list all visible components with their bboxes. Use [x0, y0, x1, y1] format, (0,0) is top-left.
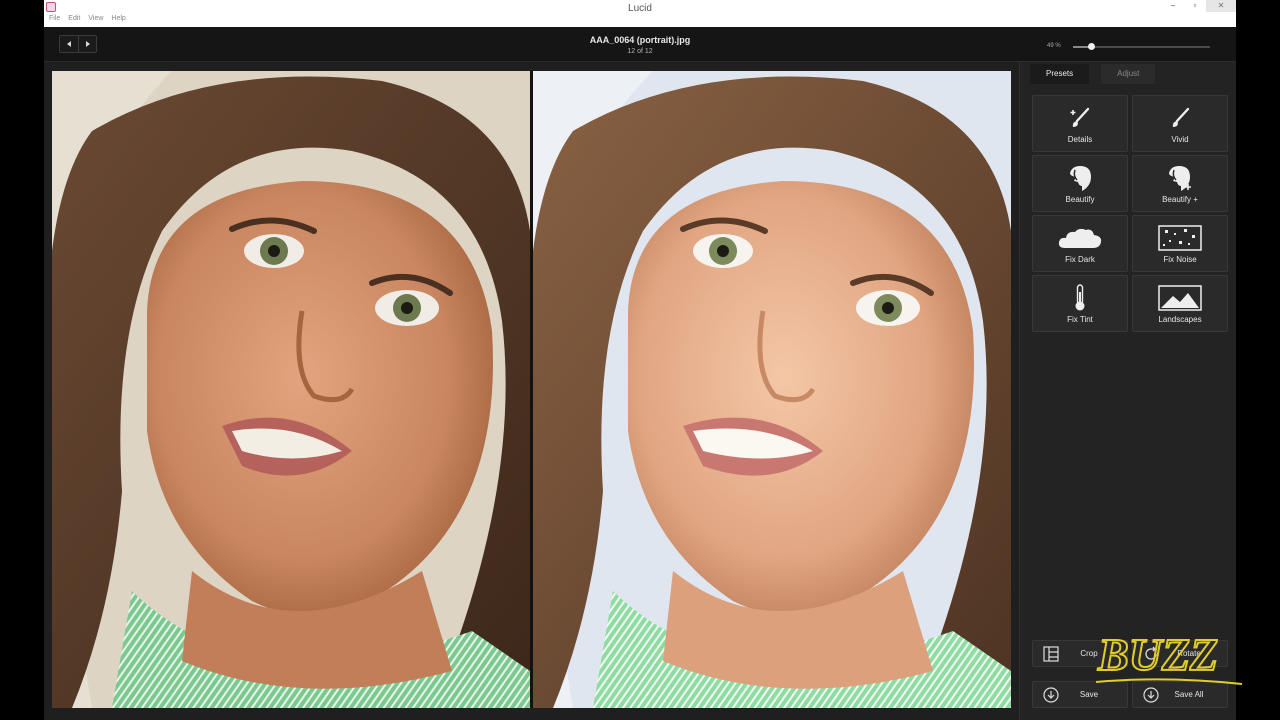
- preset-details-label: Details: [1067, 135, 1093, 144]
- menu-view[interactable]: View: [88, 15, 103, 22]
- menu-bar: File Edit View Help: [49, 15, 126, 22]
- tab-presets[interactable]: Presets: [1030, 64, 1090, 84]
- preset-landscapes-label: Landscapes: [1158, 315, 1202, 324]
- preset-beautify-plus-label: Beautify +: [1162, 195, 1198, 204]
- maximize-button[interactable]: ▫: [1184, 0, 1206, 12]
- thermometer-icon: [1033, 284, 1127, 312]
- menu-edit[interactable]: Edit: [68, 15, 80, 22]
- brush-plus-icon: [1033, 104, 1127, 132]
- title-bar: Lucid File Edit View Help – ▫ ✕: [44, 0, 1236, 27]
- zoom-label: 49 %: [1047, 43, 1061, 49]
- rotate-label: Rotate: [1177, 649, 1201, 658]
- minimize-button[interactable]: –: [1162, 0, 1184, 12]
- preset-vivid-button[interactable]: Vivid: [1132, 95, 1228, 152]
- top-toolbar: AAA_0064 (portrait).jpg 12 of 12 49 %: [44, 27, 1236, 62]
- save-button[interactable]: Save: [1032, 681, 1128, 708]
- before-photo: [52, 71, 530, 708]
- zoom-slider[interactable]: [1073, 43, 1210, 50]
- after-photo: [533, 71, 1011, 708]
- save-label: Save: [1079, 690, 1099, 699]
- face-plus-icon: [1133, 164, 1227, 192]
- brush-icon: [1133, 104, 1227, 132]
- preset-details-button[interactable]: Details: [1032, 95, 1128, 152]
- preset-fix-tint-label: Fix Tint: [1067, 315, 1093, 324]
- panel-tabs: Presets Adjust: [1030, 64, 1156, 84]
- portrait-after-image: [533, 71, 1011, 708]
- letterbox-right: [1236, 0, 1280, 720]
- menu-file[interactable]: File: [49, 15, 60, 22]
- noise-icon: [1133, 224, 1227, 252]
- zoom-slider-thumb[interactable]: [1087, 43, 1095, 50]
- preset-beautify-label: Beautify: [1065, 195, 1095, 204]
- rotate-button[interactable]: Rotate: [1132, 640, 1228, 667]
- preset-grid: Details Vivid Beautify Beautify + Fix Da…: [1032, 95, 1228, 332]
- save-all-button[interactable]: Save All: [1132, 681, 1228, 708]
- cloud-icon: [1033, 224, 1127, 252]
- close-button[interactable]: ✕: [1206, 0, 1236, 12]
- portrait-before-image: [52, 71, 530, 708]
- preset-fix-noise-label: Fix Noise: [1163, 255, 1197, 264]
- menu-help[interactable]: Help: [111, 15, 125, 22]
- crop-label: Crop: [1080, 649, 1098, 658]
- letterbox-left: [0, 0, 44, 720]
- preset-fix-dark-label: Fix Dark: [1065, 255, 1095, 264]
- window-title: Lucid: [628, 3, 652, 14]
- preset-fix-tint-button[interactable]: Fix Tint: [1032, 275, 1128, 332]
- tab-adjust[interactable]: Adjust: [1101, 64, 1156, 84]
- file-counter: 12 of 12: [627, 48, 653, 55]
- preset-beautify-plus-button[interactable]: Beautify +: [1132, 155, 1228, 212]
- photo-viewport: [52, 71, 1011, 708]
- preset-vivid-label: Vivid: [1171, 135, 1189, 144]
- crop-button[interactable]: Crop: [1032, 640, 1128, 667]
- app-window: Lucid File Edit View Help – ▫ ✕ AAA_0064…: [44, 0, 1236, 720]
- preset-beautify-button[interactable]: Beautify: [1032, 155, 1128, 212]
- window-controls: – ▫ ✕: [1162, 0, 1236, 12]
- face-icon: [1033, 164, 1127, 192]
- right-panel: Presets Adjust Details Vivid Beautify Be…: [1019, 62, 1236, 720]
- landscape-icon: [1133, 284, 1227, 312]
- save-all-label: Save All: [1174, 690, 1204, 699]
- preset-fix-dark-button[interactable]: Fix Dark: [1032, 215, 1128, 272]
- preset-landscapes-button[interactable]: Landscapes: [1132, 275, 1228, 332]
- preset-fix-noise-button[interactable]: Fix Noise: [1132, 215, 1228, 272]
